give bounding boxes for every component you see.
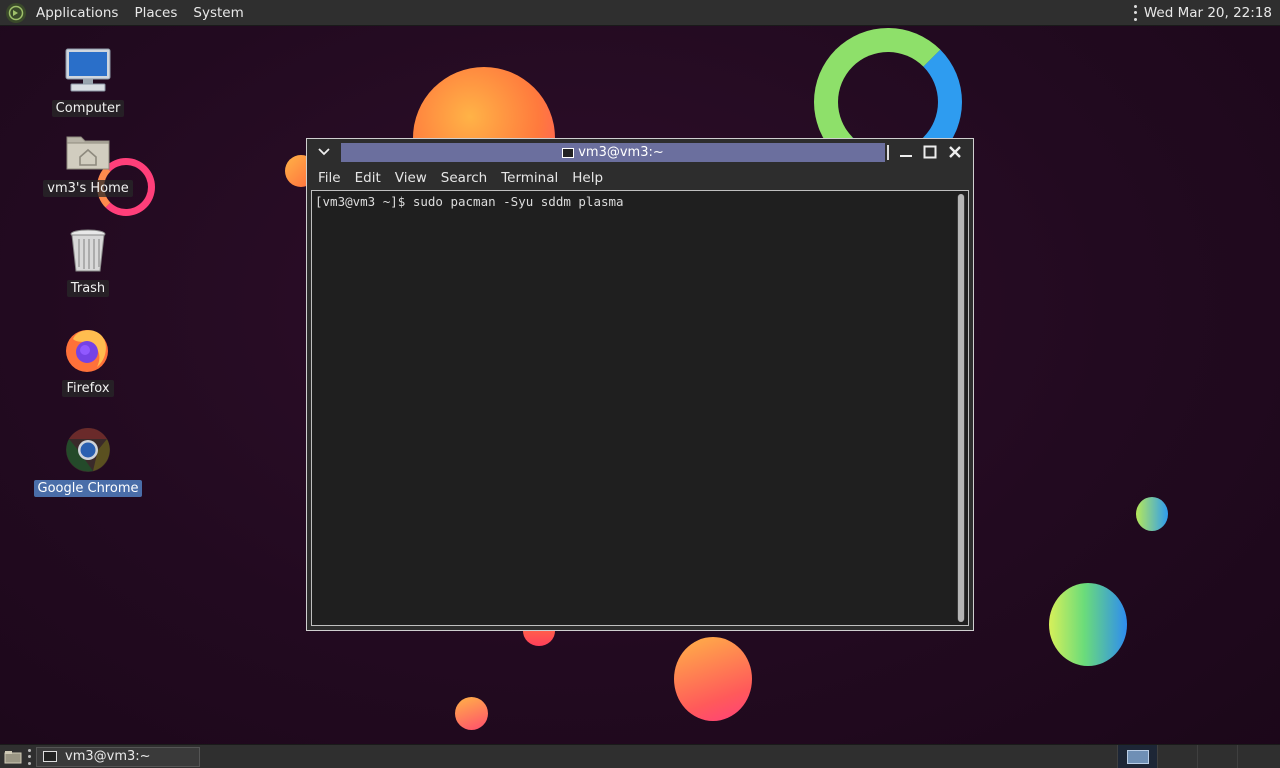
mate-logo-icon[interactable] bbox=[6, 2, 26, 23]
chevron-down-icon bbox=[318, 148, 330, 156]
panel-handle-icon[interactable] bbox=[28, 748, 32, 765]
close-button[interactable] bbox=[945, 143, 965, 161]
terminal-scrollbar[interactable] bbox=[957, 194, 965, 622]
bottom-panel: vm3@vm3:~ bbox=[0, 744, 1280, 768]
desktop-icon-computer[interactable]: Computer bbox=[33, 44, 143, 117]
scrollbar-thumb[interactable] bbox=[958, 194, 964, 622]
workspace-4[interactable] bbox=[1237, 745, 1277, 768]
terminal-icon bbox=[43, 751, 57, 762]
window-title: vm3@vm3:~ bbox=[578, 145, 664, 160]
wallpaper-orange-sphere-bottom bbox=[674, 637, 752, 721]
workspace-2[interactable] bbox=[1157, 745, 1197, 768]
desktop-icon-label: Google Chrome bbox=[33, 480, 143, 497]
menu-search[interactable]: Search bbox=[434, 170, 494, 186]
desktop-icon-chrome[interactable]: Google Chrome bbox=[33, 424, 143, 497]
trash-icon bbox=[62, 224, 114, 276]
terminal-menubar: File Edit View Search Terminal Help bbox=[311, 167, 969, 189]
chrome-icon bbox=[62, 424, 114, 476]
show-desktop-button[interactable] bbox=[2, 748, 24, 766]
terminal-titlebar[interactable]: vm3@vm3:~ bbox=[307, 139, 973, 165]
wallpaper-small-orange-ball bbox=[455, 697, 488, 730]
maximize-icon bbox=[923, 145, 937, 159]
menu-places[interactable]: Places bbox=[126, 0, 185, 26]
close-icon bbox=[949, 146, 961, 158]
menu-view[interactable]: View bbox=[388, 170, 434, 186]
terminal-window: vm3@vm3:~ File Edit View Search Terminal… bbox=[306, 138, 974, 631]
taskbar-item-label: vm3@vm3:~ bbox=[65, 749, 151, 764]
menu-help[interactable]: Help bbox=[565, 170, 610, 186]
maximize-button[interactable] bbox=[920, 143, 940, 161]
workspace-1[interactable] bbox=[1117, 745, 1157, 768]
menu-edit[interactable]: Edit bbox=[348, 170, 388, 186]
desktop-icon-firefox[interactable]: Firefox bbox=[33, 324, 143, 397]
terminal-command-line: [vm3@vm3 ~]$ sudo pacman -Syu sddm plasm… bbox=[315, 194, 624, 209]
show-desktop-icon bbox=[4, 750, 22, 763]
terminal-icon bbox=[562, 147, 575, 158]
desktop-icon-trash[interactable]: Trash bbox=[33, 224, 143, 297]
workspace-3[interactable] bbox=[1197, 745, 1237, 768]
terminal-output[interactable]: [vm3@vm3 ~]$ sudo pacman -Syu sddm plasm… bbox=[311, 190, 969, 626]
desktop-icon-label: vm3's Home bbox=[43, 180, 133, 197]
taskbar-item-terminal[interactable]: vm3@vm3:~ bbox=[36, 746, 200, 767]
desktop-icon-home[interactable]: vm3's Home bbox=[33, 124, 143, 197]
workspace-switcher bbox=[1117, 745, 1277, 768]
window-thumbnail bbox=[1126, 749, 1149, 764]
minimize-icon bbox=[900, 155, 912, 157]
minimize-button[interactable] bbox=[896, 143, 916, 161]
panel-handle-icon[interactable] bbox=[1133, 4, 1138, 21]
menu-terminal[interactable]: Terminal bbox=[494, 170, 565, 186]
menu-system[interactable]: System bbox=[185, 0, 251, 26]
menu-applications[interactable]: Applications bbox=[28, 0, 126, 26]
window-title-area[interactable]: vm3@vm3:~ bbox=[341, 143, 885, 162]
top-panel: Applications Places System Wed Mar 20, 2… bbox=[0, 0, 1280, 26]
window-menu-button[interactable] bbox=[311, 142, 337, 162]
computer-icon bbox=[62, 44, 114, 96]
firefox-icon bbox=[62, 324, 114, 376]
desktop-icon-label: Computer bbox=[51, 100, 125, 117]
wallpaper-green-ball-small bbox=[1136, 497, 1168, 531]
menu-file[interactable]: File bbox=[311, 170, 348, 186]
desktop-icon-label: Trash bbox=[66, 280, 110, 297]
top-menu: Applications Places System bbox=[0, 0, 252, 26]
wallpaper-green-ball-large bbox=[1049, 583, 1127, 666]
desktop-icon-label: Firefox bbox=[62, 380, 114, 397]
clock[interactable]: Wed Mar 20, 22:18 bbox=[1144, 5, 1272, 21]
top-panel-right: Wed Mar 20, 22:18 bbox=[1133, 0, 1280, 26]
titlebar-separator bbox=[887, 145, 889, 160]
home-folder-icon bbox=[62, 124, 114, 176]
